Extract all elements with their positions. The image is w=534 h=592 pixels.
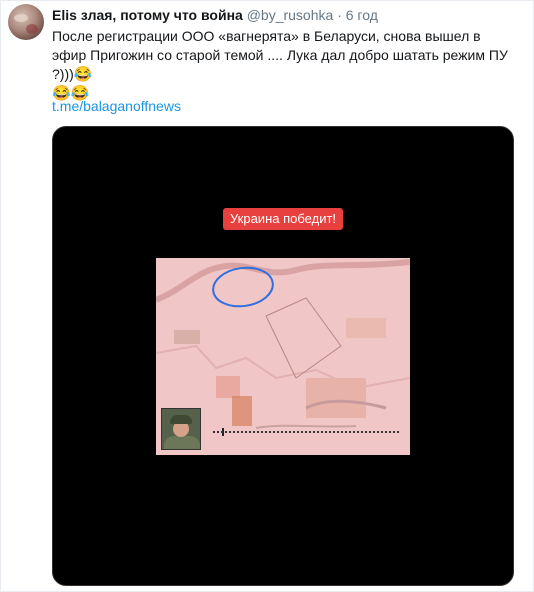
tweet-text: После регистрации ООО «вагнерята» в Бела… <box>52 27 512 103</box>
speaker-thumbnail <box>161 408 201 450</box>
tweet-link[interactable]: t.me/balaganoffnews <box>52 97 181 115</box>
audio-waveform <box>213 431 399 433</box>
header-separator: · <box>337 7 342 23</box>
tweet-header: Elis злая, потому что война @by_rusohka … <box>52 6 378 24</box>
author-handle[interactable]: @by_rusohka <box>247 7 334 23</box>
laughing-emoji: 😂 <box>73 66 93 83</box>
tweet-body: После регистрации ООО «вагнерята» в Бела… <box>52 28 508 82</box>
avatar[interactable] <box>8 4 44 40</box>
author-name[interactable]: Elis злая, потому что война <box>52 7 243 23</box>
video-banner: Украина победит! <box>223 208 343 230</box>
tweet-timestamp[interactable]: 6 год <box>346 7 378 23</box>
